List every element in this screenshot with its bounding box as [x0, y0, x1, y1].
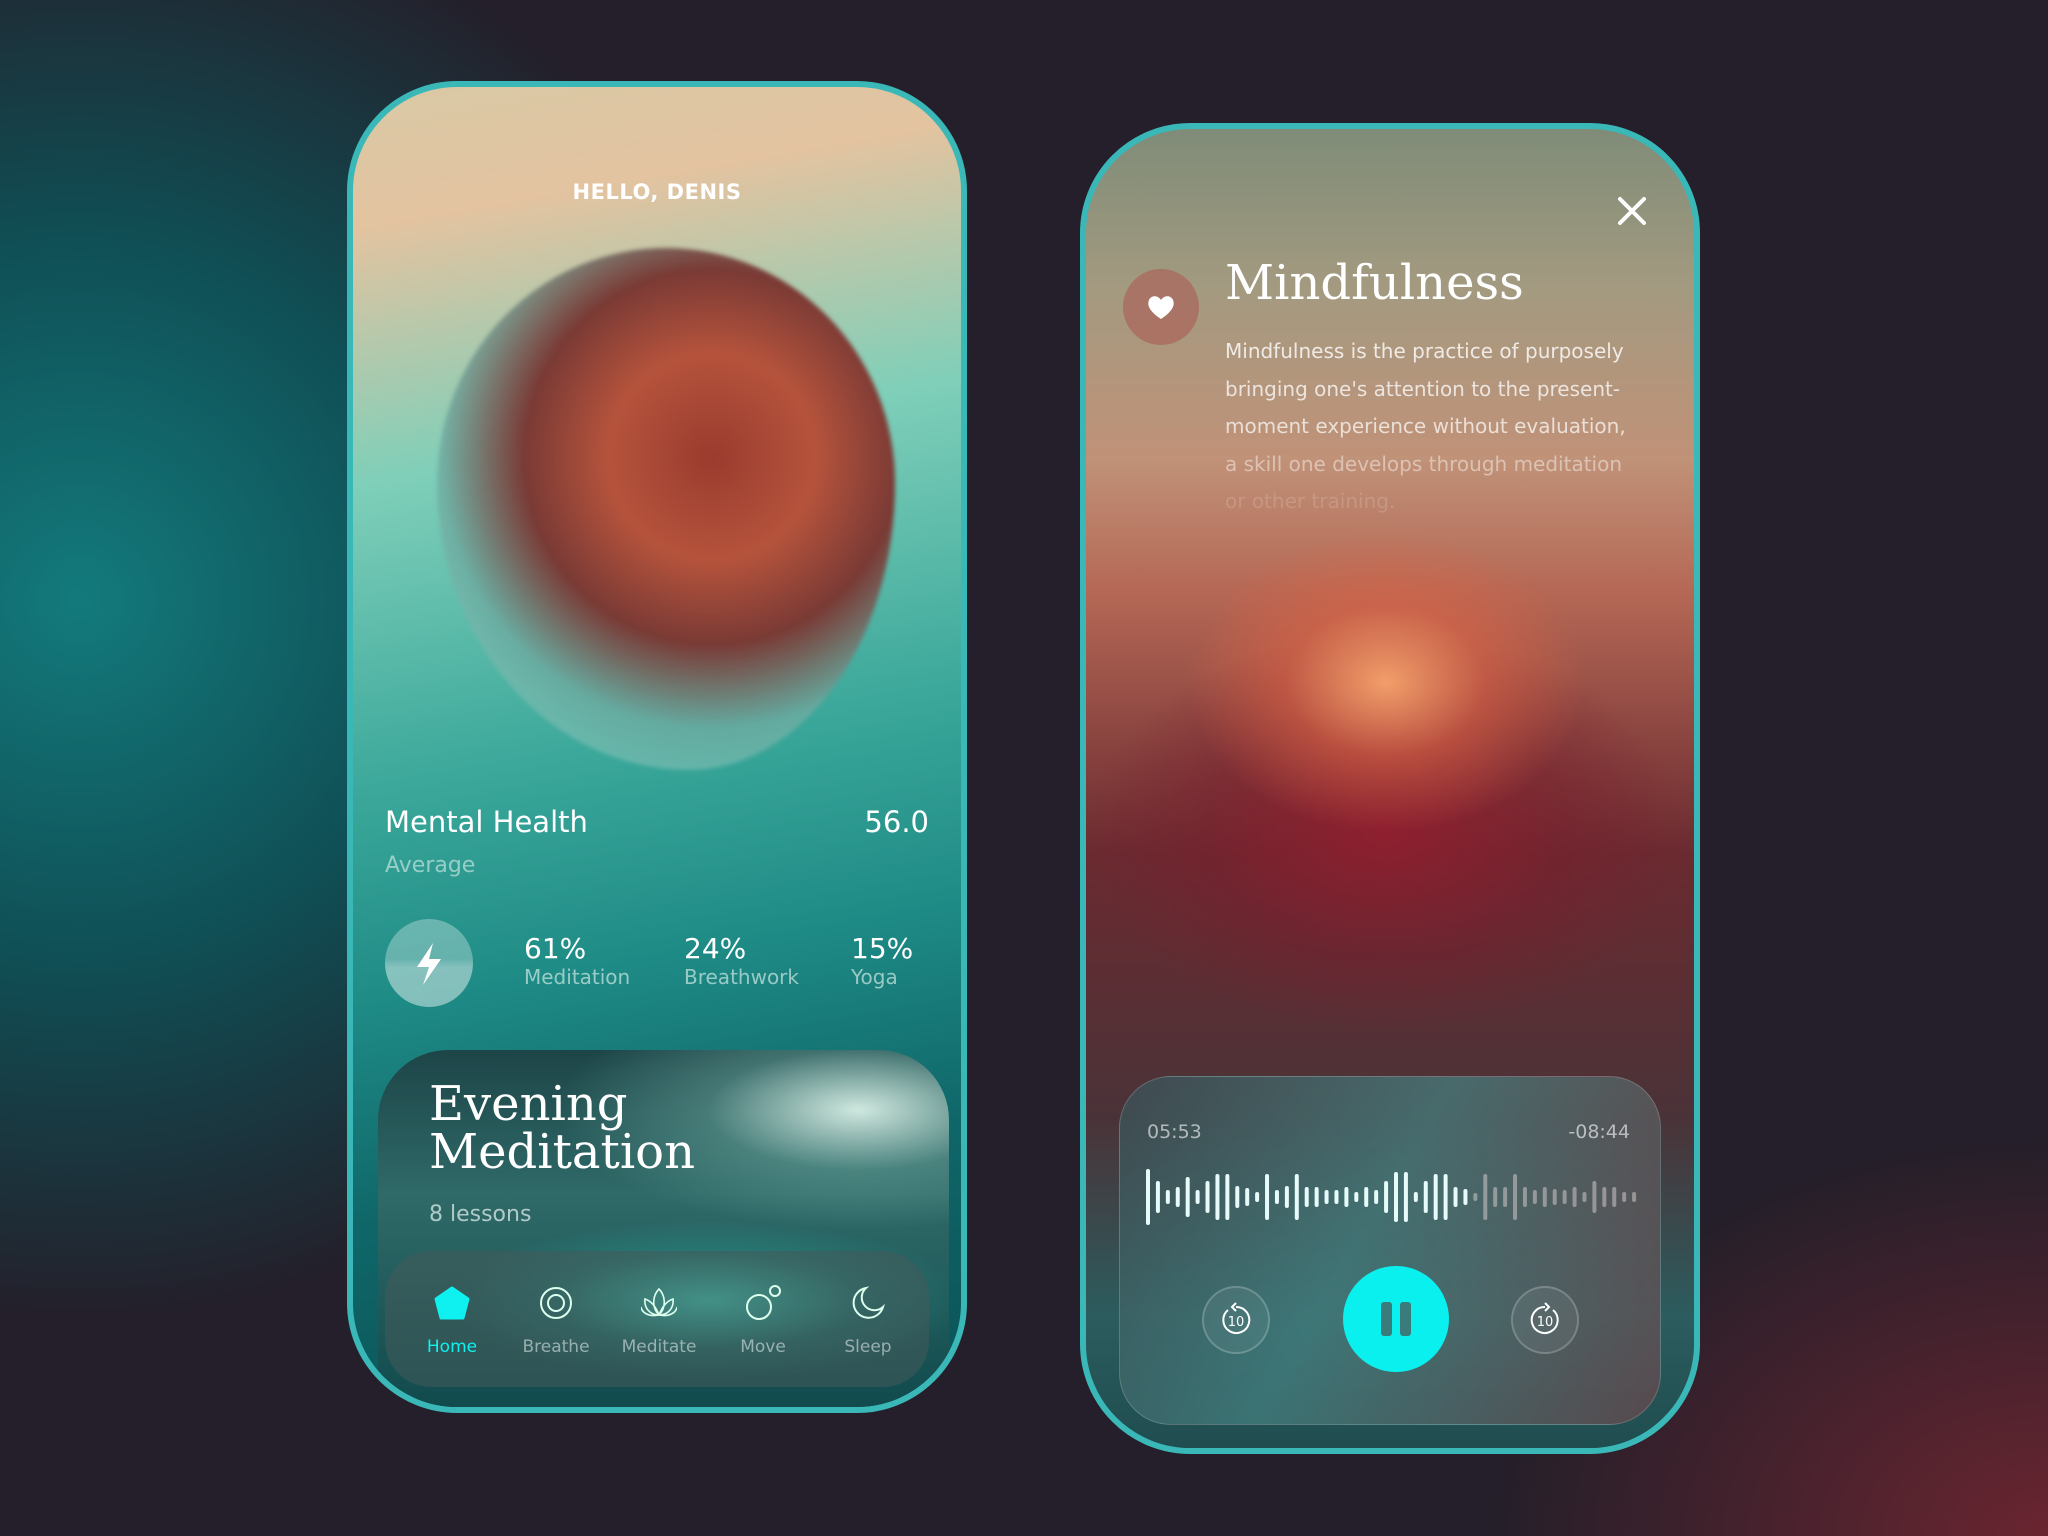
waveform-bar: [1602, 1187, 1607, 1207]
metric-title: Mental Health: [385, 805, 588, 839]
waveform-bar: [1235, 1186, 1240, 1208]
waveform-scrubber[interactable]: [1144, 1167, 1640, 1227]
lotus-icon: [641, 1287, 677, 1317]
waveform-bar: [1334, 1190, 1339, 1204]
moon-icon: [852, 1286, 885, 1319]
metric-value: 56.0: [864, 805, 929, 839]
bolt-icon: [417, 943, 441, 985]
waveform-bar: [1443, 1174, 1448, 1220]
rewind-10-button[interactable]: 10: [1202, 1286, 1270, 1354]
move-icon: [746, 1285, 781, 1320]
waveform-bar: [1463, 1189, 1468, 1205]
waveform-bar: [1284, 1186, 1289, 1208]
waveform-bar: [1344, 1187, 1349, 1207]
waveform-bar: [1423, 1181, 1428, 1213]
waveform-bar: [1265, 1174, 1270, 1220]
waveform-bar: [1195, 1190, 1200, 1204]
svg-text:10: 10: [1228, 1315, 1245, 1330]
waveform-bar: [1612, 1187, 1617, 1207]
waveform-bar: [1274, 1190, 1279, 1204]
card-title-1: Evening: [429, 1076, 628, 1132]
stat-yoga: 15% Yoga: [851, 932, 914, 989]
waveform-bar: [1473, 1193, 1478, 1201]
nav-meditate[interactable]: Meditate: [604, 1251, 714, 1387]
close-icon[interactable]: [1616, 195, 1648, 227]
card-subtitle: 8 lessons: [429, 1202, 532, 1227]
nav-breathe[interactable]: Breathe: [501, 1251, 611, 1387]
waveform-bar: [1503, 1187, 1508, 1207]
waveform-bar: [1592, 1181, 1597, 1213]
waveform-bar: [1245, 1188, 1250, 1206]
waveform-bar: [1304, 1187, 1309, 1207]
pause-button[interactable]: [1343, 1266, 1449, 1372]
waveform-bar: [1513, 1174, 1518, 1220]
stat-meditation: 61% Meditation: [524, 932, 631, 989]
heart-icon: [1148, 296, 1174, 319]
waveform-bar: [1483, 1174, 1488, 1220]
waveform-bar: [1562, 1190, 1567, 1204]
nav-home[interactable]: Home: [397, 1251, 507, 1387]
description: Mindfulness is the practice of purposely…: [1225, 339, 1626, 513]
waveform-bar: [1493, 1187, 1498, 1207]
waveform-bar: [1552, 1189, 1557, 1205]
home-screen: HELLO, DENIS Mental Health 56.0 Average …: [347, 81, 967, 1413]
waveform-bar: [1374, 1190, 1379, 1204]
waveform-bar: [1155, 1181, 1160, 1213]
energy-badge: [385, 919, 473, 1007]
nav-move[interactable]: Move: [708, 1251, 818, 1387]
landscape-illustration: [1086, 502, 1694, 1062]
nav-sleep[interactable]: Sleep: [813, 1251, 923, 1387]
bottom-nav: Home Breathe Meditate Move Sleep: [385, 1251, 929, 1387]
waveform-bar: [1532, 1190, 1537, 1204]
forward-10-button[interactable]: 10: [1511, 1286, 1579, 1354]
waveform-bar: [1542, 1187, 1547, 1207]
head-illustration: [437, 248, 895, 770]
player-screen: Mindfulness Mindfulness is the practice …: [1080, 123, 1700, 1454]
card-title-2: Meditation: [429, 1124, 695, 1180]
breathe-icon: [540, 1287, 572, 1319]
waveform-bar: [1165, 1190, 1170, 1204]
greeting: HELLO, DENIS: [572, 180, 742, 204]
rewind-10-icon: 10: [1222, 1302, 1251, 1334]
waveform-bar: [1185, 1177, 1190, 1217]
waveform-bar: [1255, 1192, 1260, 1202]
svg-text:10: 10: [1537, 1315, 1554, 1330]
waveform-bar: [1175, 1187, 1180, 1207]
waveform-bar: [1453, 1187, 1458, 1207]
waveform-bar: [1403, 1172, 1408, 1222]
waveform-bar: [1433, 1174, 1438, 1220]
stat-breathwork: 24% Breathwork: [684, 932, 799, 989]
waveform-bar: [1384, 1181, 1389, 1213]
waveform-bar: [1394, 1172, 1398, 1222]
waveform-bar: [1622, 1192, 1627, 1202]
waveform-bar: [1294, 1174, 1299, 1220]
waveform-bar: [1354, 1192, 1359, 1202]
waveform-bar: [1582, 1192, 1587, 1202]
waveform-bar: [1413, 1192, 1418, 1202]
waveform-bar: [1205, 1181, 1210, 1213]
waveform-bar: [1522, 1187, 1527, 1207]
waveform-bar: [1314, 1187, 1319, 1207]
waveform-bar: [1364, 1187, 1369, 1207]
metric-subtitle: Average: [385, 853, 476, 878]
waveform-bar: [1572, 1187, 1577, 1207]
waveform-bar: [1632, 1192, 1637, 1202]
waveform-bar: [1146, 1169, 1150, 1225]
favorite-button[interactable]: [1123, 269, 1199, 345]
home-icon: [434, 1286, 470, 1320]
pause-icon: [1381, 1302, 1411, 1336]
audio-player: 05:53 -08:44 10 10: [1119, 1076, 1661, 1425]
waveform-bar: [1225, 1174, 1230, 1220]
waveform-bar: [1324, 1190, 1329, 1204]
waveform-bar: [1215, 1174, 1220, 1220]
remaining-time: -08:44: [1568, 1121, 1630, 1143]
player-title: Mindfulness: [1225, 255, 1524, 311]
forward-10-icon: 10: [1530, 1302, 1559, 1334]
elapsed-time: 05:53: [1147, 1121, 1202, 1143]
